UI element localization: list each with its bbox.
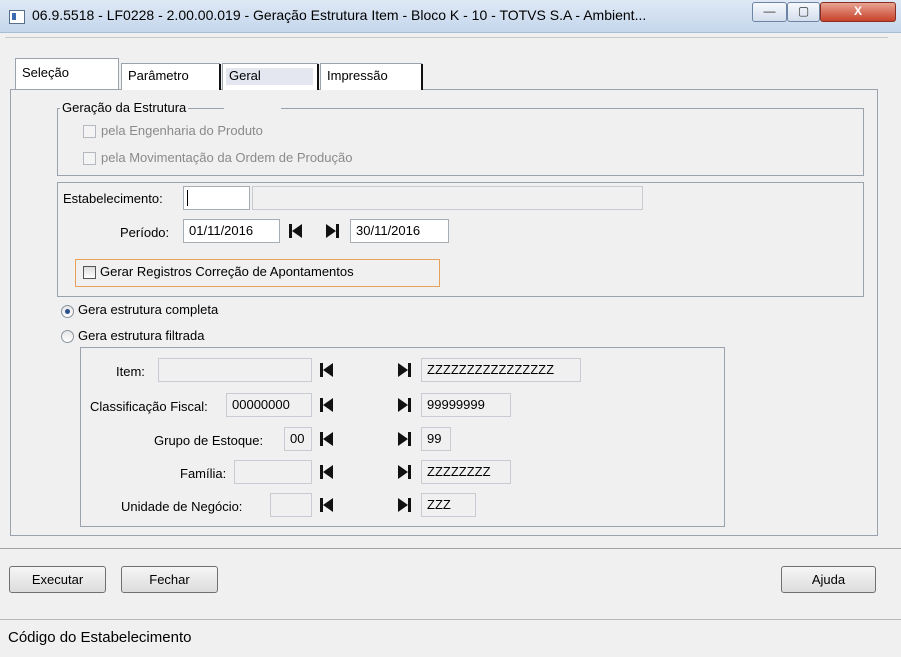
periodo-fim-input[interactable]: 30/11/2016: [350, 219, 449, 243]
window-title: 06.9.5518 - LF0228 - 2.00.00.019 - Geraç…: [32, 7, 647, 23]
movimentacao-checkbox[interactable]: [83, 152, 96, 165]
familia-from-input[interactable]: [234, 460, 312, 484]
status-text: Código do Estabelecimento: [8, 629, 192, 646]
last-record-icon[interactable]: [392, 393, 418, 417]
classif-from-input[interactable]: 00000000: [226, 393, 312, 417]
tab-selecao[interactable]: Seleção: [15, 58, 119, 89]
familia-label: Família:: [180, 466, 227, 481]
close-button[interactable]: X: [820, 2, 896, 22]
tab-label: Parâmetro: [128, 68, 189, 83]
periodo-inicio-input[interactable]: 01/11/2016: [183, 219, 280, 243]
geracao-legend: Geração da Estrutura: [60, 100, 189, 115]
classif-to-input[interactable]: 99999999: [421, 393, 511, 417]
grupo-from-input[interactable]: 00: [284, 427, 312, 451]
estabelecimento-input[interactable]: [183, 186, 250, 210]
frame-line: [5, 37, 888, 38]
separator: [0, 548, 901, 549]
unidade-label: Unidade de Negócio:: [121, 499, 243, 514]
tab-geral[interactable]: Geral: [222, 63, 319, 90]
ajuda-button[interactable]: Ajuda: [781, 566, 876, 593]
legend-gap: [224, 108, 281, 110]
familia-to-input[interactable]: ZZZZZZZZ: [421, 460, 511, 484]
maximize-button[interactable]: ▢: [787, 2, 820, 22]
text-cursor: [187, 190, 188, 206]
classif-label: Classificação Fiscal:: [90, 399, 208, 414]
gerar-registros-checkbox[interactable]: [83, 266, 96, 279]
last-record-icon[interactable]: [392, 358, 418, 382]
estrutura-completa-radio[interactable]: [61, 305, 74, 318]
last-record-icon[interactable]: [392, 427, 418, 451]
engenharia-label: pela Engenharia do Produto: [101, 123, 263, 138]
minimize-button[interactable]: —: [752, 2, 787, 22]
first-record-icon[interactable]: [314, 493, 340, 517]
tab-label: Impressão: [327, 68, 388, 83]
periodo-label: Período:: [120, 225, 170, 240]
last-record-icon[interactable]: [392, 460, 418, 484]
estrutura-filtrada-label: Gera estrutura filtrada: [78, 328, 205, 343]
item-from-input[interactable]: [158, 358, 312, 382]
tab-edge: [421, 64, 423, 90]
tab-label: Geral: [229, 68, 261, 83]
tab-label: Seleção: [22, 65, 69, 80]
engenharia-checkbox[interactable]: [83, 125, 96, 138]
tab-edge: [317, 64, 319, 90]
last-record-icon[interactable]: [320, 219, 346, 243]
first-record-icon[interactable]: [314, 460, 340, 484]
estrutura-completa-label: Gera estrutura completa: [78, 302, 219, 317]
geracao-group: [57, 108, 864, 176]
first-record-icon[interactable]: [314, 427, 340, 451]
movimentacao-label: pela Movimentação da Ordem de Produção: [101, 150, 353, 165]
last-record-icon[interactable]: [392, 493, 418, 517]
executar-button[interactable]: Executar: [9, 566, 106, 593]
grupo-label: Grupo de Estoque:: [154, 433, 264, 448]
first-record-icon[interactable]: [314, 393, 340, 417]
item-label: Item:: [116, 364, 145, 379]
grupo-to-input[interactable]: 99: [421, 427, 451, 451]
first-record-icon[interactable]: [283, 219, 309, 243]
tab-parametro[interactable]: Parâmetro: [121, 63, 221, 90]
app-icon: [9, 10, 25, 24]
estabelecimento-description: [252, 186, 643, 210]
gerar-registros-label: Gerar Registros Correção de Apontamentos: [100, 264, 354, 279]
unidade-from-input[interactable]: [270, 493, 312, 517]
tab-edge: [219, 64, 221, 90]
estrutura-filtrada-radio[interactable]: [61, 330, 74, 343]
fechar-button[interactable]: Fechar: [121, 566, 218, 593]
estabelecimento-label: Estabelecimento:: [63, 191, 163, 206]
tab-impressao[interactable]: Impressão: [320, 63, 423, 90]
unidade-to-input[interactable]: ZZZ: [421, 493, 476, 517]
item-to-input[interactable]: ZZZZZZZZZZZZZZZZ: [421, 358, 581, 382]
status-separator: [0, 619, 901, 620]
first-record-icon[interactable]: [314, 358, 340, 382]
